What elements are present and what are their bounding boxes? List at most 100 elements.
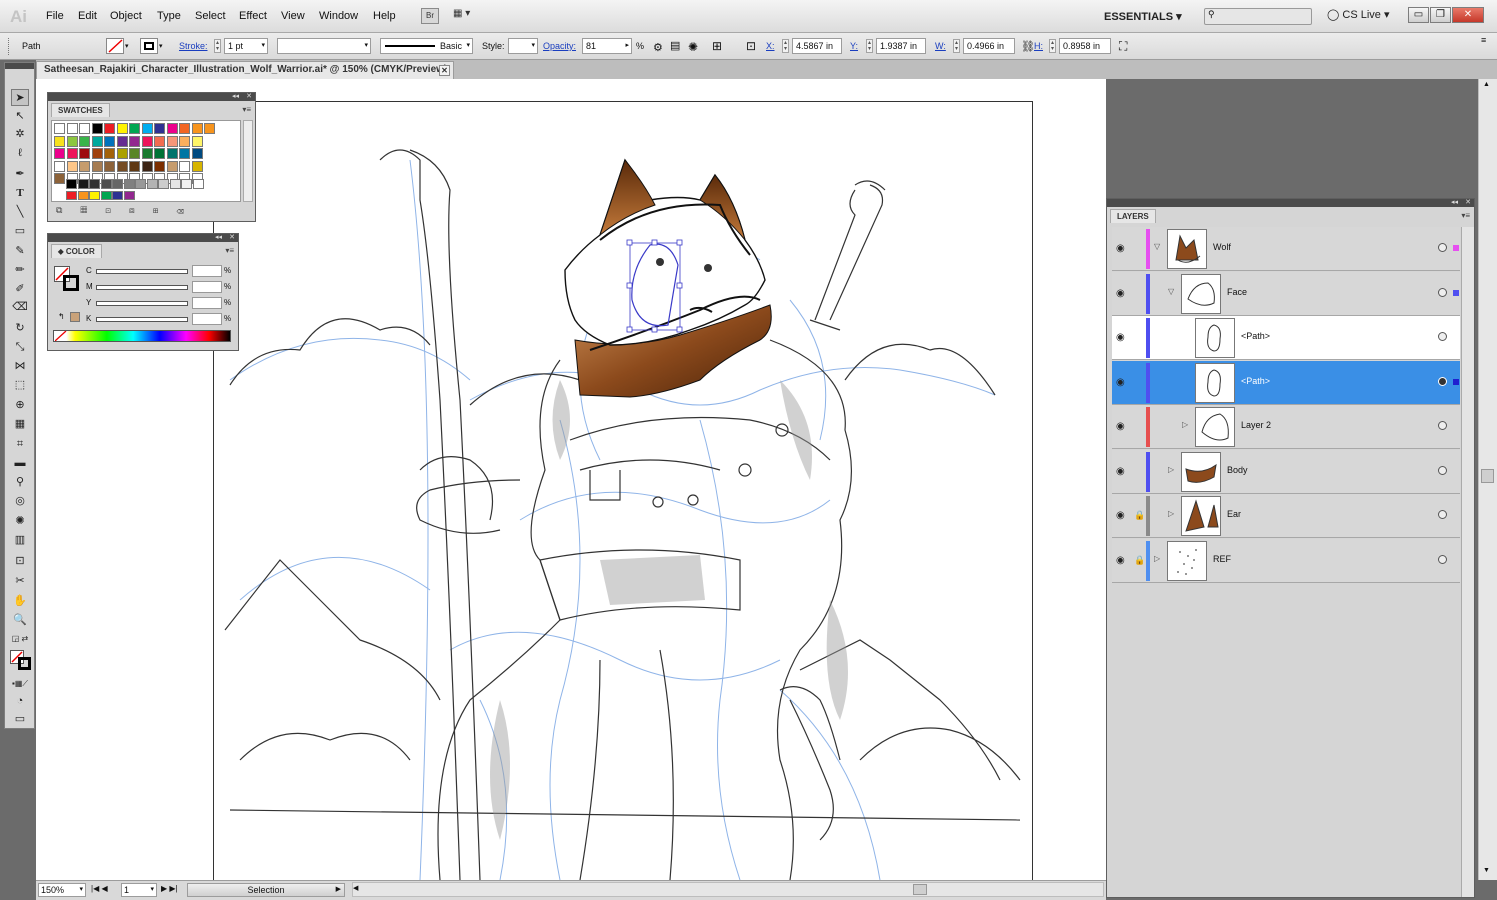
- visibility-eye-icon[interactable]: ◉: [1116, 555, 1125, 566]
- h-stepper[interactable]: ▴ ▾: [1049, 39, 1056, 53]
- color-swatch[interactable]: [91, 123, 103, 134]
- color-swatch[interactable]: [104, 148, 115, 159]
- color-swatch[interactable]: [204, 123, 215, 134]
- scroll-up-icon[interactable]: ▲: [1483, 81, 1490, 88]
- variable-width-profile[interactable]: ▾: [277, 38, 371, 54]
- slice-tool-icon[interactable]: ✂: [11, 573, 29, 590]
- layer-row[interactable]: ◉ ▽ Wolf: [1112, 227, 1460, 271]
- color-mode-icon[interactable]: ▪▦⟋: [11, 675, 29, 692]
- color-swatch[interactable]: [191, 160, 203, 172]
- cyan-slider-track[interactable]: [96, 269, 188, 274]
- last-artboard-icon[interactable]: ▶ ▶|: [161, 884, 178, 893]
- color-swatch[interactable]: [79, 160, 90, 172]
- visibility-eye-icon[interactable]: ◉: [1116, 332, 1125, 343]
- swatches-tab[interactable]: SWATCHES: [51, 103, 110, 117]
- color-swatch[interactable]: [79, 135, 90, 147]
- gray-swatch[interactable]: [77, 179, 89, 189]
- gray-swatch[interactable]: [66, 179, 77, 189]
- visibility-eye-icon[interactable]: ◉: [1116, 377, 1125, 388]
- y-label[interactable]: Y:: [850, 41, 858, 51]
- rotate-tool-icon[interactable]: ↻: [11, 320, 29, 337]
- color-swatch[interactable]: [116, 160, 128, 172]
- expand-triangle-open-icon[interactable]: ▽: [1154, 242, 1160, 251]
- stroke-swatch[interactable]: [140, 38, 158, 54]
- perspective-grid-tool-icon[interactable]: ▦: [11, 416, 29, 433]
- gradient-tool-icon[interactable]: ▬: [11, 455, 29, 472]
- drawing-mode-icon[interactable]: ◔: [11, 693, 29, 710]
- selection-indicator[interactable]: [1453, 289, 1459, 296]
- gray-swatch[interactable]: [158, 179, 169, 189]
- menu-window[interactable]: Window: [319, 10, 358, 22]
- selection-indicator[interactable]: [1453, 245, 1459, 251]
- help-search-input[interactable]: ⚲: [1204, 8, 1312, 25]
- close-icon[interactable]: ✕: [246, 92, 252, 100]
- color-panel-grip[interactable]: [48, 234, 238, 242]
- color-group-swatch[interactable]: [89, 191, 100, 200]
- arrange-documents-icon[interactable]: ▦ ▾: [453, 8, 483, 24]
- color-swatch[interactable]: [116, 135, 128, 147]
- restore-button[interactable]: ❐: [1430, 7, 1451, 23]
- cyan-slider[interactable]: C %: [86, 265, 236, 278]
- artboard-tool-icon[interactable]: ⊡: [11, 553, 29, 570]
- expand-triangle-closed-icon[interactable]: ▷: [1168, 465, 1174, 474]
- horizontal-scrollbar[interactable]: ◀: [352, 882, 1104, 897]
- color-swatch[interactable]: [166, 135, 178, 147]
- color-swatch[interactable]: [66, 148, 78, 159]
- selection-indicator[interactable]: [1453, 378, 1459, 385]
- status-tool-display[interactable]: Selection ▶: [187, 883, 345, 897]
- constrain-proportions-icon[interactable]: ⛓: [1021, 40, 1035, 53]
- panel-menu-icon[interactable]: ▾≡: [225, 246, 234, 255]
- stroke-dropdown-icon[interactable]: ▾: [159, 42, 163, 50]
- eyedropper-tool-icon[interactable]: ⚲: [11, 474, 29, 491]
- gray-swatch[interactable]: [112, 179, 123, 189]
- expand-triangle-closed-icon[interactable]: ▷: [1168, 509, 1174, 518]
- scroll-left-icon[interactable]: ◀: [353, 884, 358, 892]
- color-group-swatch[interactable]: [123, 191, 135, 200]
- yellow-slider-track[interactable]: [96, 301, 188, 306]
- x-stepper[interactable]: ▴ ▾: [782, 39, 789, 53]
- opacity-field[interactable]: 81 ▸: [582, 38, 632, 54]
- color-swatch[interactable]: [116, 123, 128, 134]
- stroke-weight-stepper[interactable]: ▴ ▾: [214, 39, 221, 53]
- collapse-icon[interactable]: ◂◂: [215, 233, 222, 241]
- gray-swatch[interactable]: [100, 179, 112, 189]
- panel-menu-icon[interactable]: ▾≡: [242, 105, 251, 114]
- screen-mode-icon[interactable]: ▭: [11, 711, 29, 728]
- color-swatch[interactable]: [154, 148, 165, 159]
- blob-brush-tool-icon[interactable]: ✐: [11, 281, 29, 298]
- black-value-field[interactable]: [192, 313, 222, 325]
- free-transform-tool-icon[interactable]: ⬚: [11, 377, 29, 394]
- control-bar-grip[interactable]: [8, 38, 11, 55]
- gray-swatch[interactable]: [123, 179, 135, 189]
- y-field[interactable]: 1.9387 in: [876, 38, 926, 54]
- layer-name[interactable]: <Path>: [1241, 376, 1270, 386]
- color-swatch[interactable]: [54, 173, 65, 184]
- black-slider-track[interactable]: [96, 317, 188, 322]
- color-swatch[interactable]: [129, 160, 140, 172]
- cyan-value-field[interactable]: [192, 265, 222, 277]
- x-label[interactable]: X:: [766, 41, 775, 51]
- lock-icon[interactable]: 🔒: [1134, 510, 1145, 521]
- expand-triangle-open-icon[interactable]: ▽: [1168, 287, 1174, 296]
- layer-name[interactable]: <Path>: [1241, 331, 1270, 341]
- w-label[interactable]: W:: [935, 41, 946, 51]
- close-icon[interactable]: ✕: [229, 233, 235, 241]
- magenta-slider-track[interactable]: [96, 285, 188, 290]
- gray-swatch[interactable]: [192, 179, 204, 189]
- color-swatch[interactable]: [141, 123, 153, 134]
- color-swatch[interactable]: [141, 135, 153, 147]
- zoom-tool-icon[interactable]: 🔍: [11, 612, 29, 629]
- color-swatch[interactable]: [179, 123, 190, 134]
- expand-triangle-closed-icon[interactable]: ▷: [1182, 420, 1188, 429]
- menu-object[interactable]: Object: [110, 10, 142, 22]
- minimize-button[interactable]: ▭: [1408, 7, 1429, 23]
- layer-row[interactable]: ◉ <Path>: [1112, 316, 1460, 360]
- color-swatch[interactable]: [79, 148, 90, 159]
- close-icon[interactable]: ✕: [1465, 198, 1471, 206]
- h-field[interactable]: 0.8958 in: [1059, 38, 1111, 54]
- color-swatch[interactable]: [166, 148, 178, 159]
- last-color-swatch[interactable]: [70, 312, 80, 322]
- visibility-eye-icon[interactable]: ◉: [1116, 466, 1125, 477]
- color-group-swatch[interactable]: [66, 191, 77, 200]
- blend-tool-icon[interactable]: ◎: [11, 493, 29, 510]
